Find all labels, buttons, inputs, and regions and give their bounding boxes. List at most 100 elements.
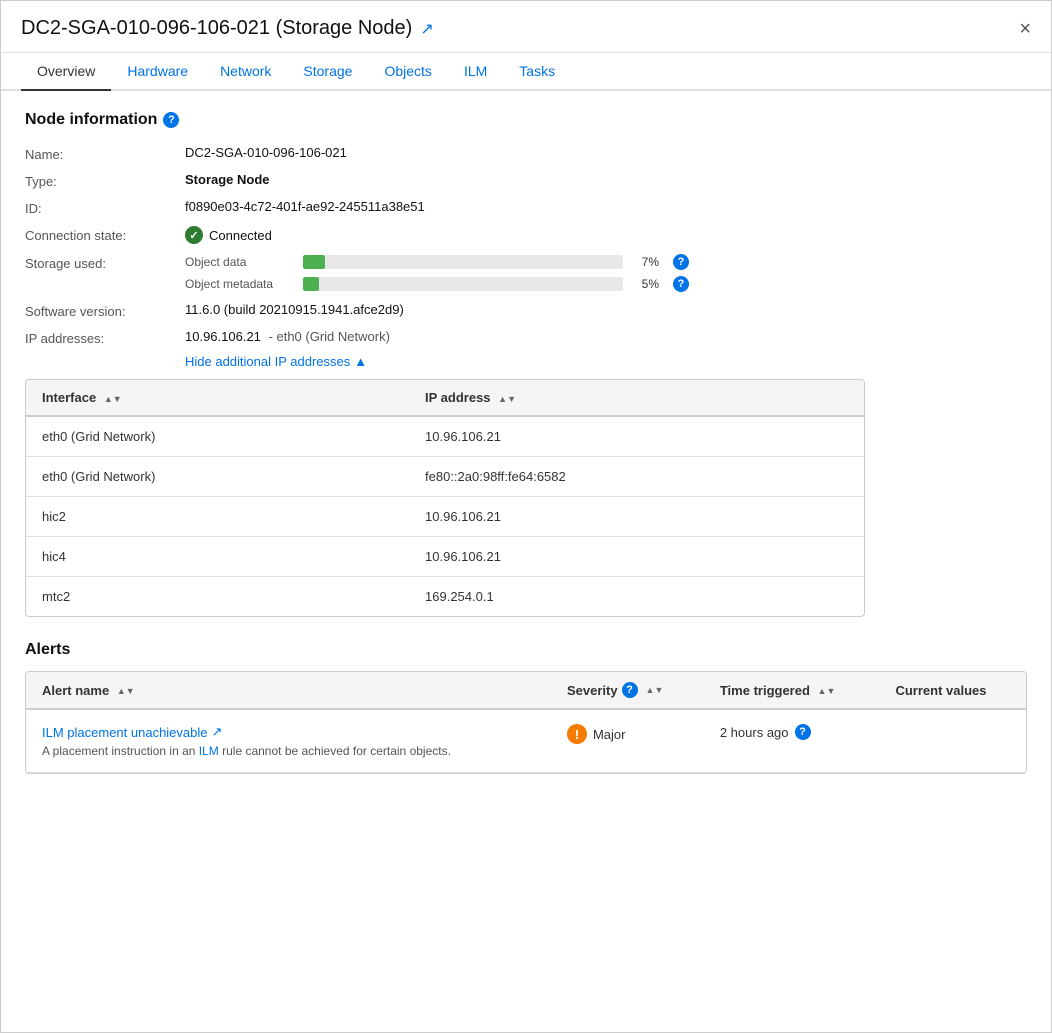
name-value: DC2-SGA-010-096-106-021 bbox=[185, 145, 1027, 162]
connected-icon bbox=[185, 226, 203, 244]
type-value: Storage Node bbox=[185, 172, 1027, 189]
tabs-bar: Overview Hardware Network Storage Object… bbox=[1, 53, 1051, 91]
tab-overview[interactable]: Overview bbox=[21, 53, 111, 91]
interface-sort-icon[interactable]: ▲▼ bbox=[104, 394, 122, 404]
table-row: eth0 (Grid Network) 10.96.106.21 bbox=[26, 416, 864, 457]
node-info-grid: Name: DC2-SGA-010-096-106-021 Type: Stor… bbox=[25, 145, 1027, 346]
storage-data-bar bbox=[303, 255, 325, 269]
hide-ip-text: Hide additional IP addresses bbox=[185, 354, 350, 369]
alert-name-text: ILM placement unachievable bbox=[42, 725, 208, 740]
ip-col-address: IP address ▲▼ bbox=[409, 380, 864, 416]
alerts-col-severity: Severity ? ▲▼ bbox=[551, 672, 704, 709]
modal-container: DC2-SGA-010-096-106-021 (Storage Node) ↗… bbox=[0, 0, 1052, 1033]
storage-row-metadata: Object metadata 5% ? bbox=[185, 276, 1027, 292]
ip-row-interface: eth0 (Grid Network) bbox=[26, 457, 409, 497]
main-content: Node information ? Name: DC2-SGA-010-096… bbox=[1, 91, 1051, 1032]
external-link-icon[interactable]: ↗ bbox=[420, 19, 433, 39]
ip-table-header-row: Interface ▲▼ IP address ▲▼ bbox=[26, 380, 864, 416]
ip-col-interface: Interface ▲▼ bbox=[26, 380, 409, 416]
connection-state: Connected bbox=[185, 226, 1027, 244]
tab-tasks[interactable]: Tasks bbox=[503, 53, 571, 91]
ip-address-sort-icon[interactable]: ▲▼ bbox=[498, 394, 516, 404]
ip-address-text: 10.96.106.21 bbox=[185, 329, 261, 344]
ip-row-interface: mtc2 bbox=[26, 577, 409, 617]
severity-help-icon[interactable]: ? bbox=[622, 682, 638, 698]
ip-row-interface: eth0 (Grid Network) bbox=[26, 416, 409, 457]
modal-title: DC2-SGA-010-096-106-021 (Storage Node) ↗ bbox=[21, 17, 434, 40]
name-label: Name: bbox=[25, 145, 185, 162]
modal-header: DC2-SGA-010-096-106-021 (Storage Node) ↗… bbox=[1, 1, 1051, 53]
alert-time-cell: 2 hours ago ? bbox=[704, 709, 880, 773]
time-sort-icon[interactable]: ▲▼ bbox=[818, 686, 836, 696]
connected-text: Connected bbox=[209, 228, 272, 243]
alert-severity-cell: ! Major bbox=[551, 709, 704, 773]
alert-name-cell: ILM placement unachievable ↗ A placement… bbox=[26, 709, 551, 773]
software-label: Software version: bbox=[25, 302, 185, 319]
time-help-icon[interactable]: ? bbox=[795, 724, 811, 740]
severity-major-icon: ! bbox=[567, 724, 587, 744]
ip-row-address: 10.96.106.21 bbox=[409, 497, 864, 537]
ip-addresses-table: Interface ▲▼ IP address ▲▼ eth0 (Grid Ne… bbox=[25, 379, 865, 617]
node-info-title-text: Node information bbox=[25, 111, 157, 129]
ip-label: IP addresses: bbox=[25, 329, 185, 346]
id-label: ID: bbox=[25, 199, 185, 216]
id-value: f0890e03-4c72-401f-ae92-245511a38e51 bbox=[185, 199, 1027, 216]
table-row: hic2 10.96.106.21 bbox=[26, 497, 864, 537]
alerts-header-row: Alert name ▲▼ Severity ? ▲▼ bbox=[26, 672, 1026, 709]
time-cell: 2 hours ago ? bbox=[720, 724, 864, 740]
storage-row-data: Object data 7% ? bbox=[185, 254, 1027, 270]
alerts-title: Alerts bbox=[25, 641, 1027, 659]
severity-sort-icon[interactable]: ▲▼ bbox=[646, 685, 664, 695]
alert-external-link-icon: ↗ bbox=[212, 724, 223, 740]
alert-row: ILM placement unachievable ↗ A placement… bbox=[26, 709, 1026, 773]
ip-table-body: eth0 (Grid Network) 10.96.106.21 eth0 (G… bbox=[26, 416, 864, 616]
storage-metadata-pct: 5% bbox=[631, 277, 659, 291]
alerts-table-body: ILM placement unachievable ↗ A placement… bbox=[26, 709, 1026, 773]
tab-storage[interactable]: Storage bbox=[287, 53, 368, 91]
chevron-up-icon: ▲ bbox=[354, 354, 367, 369]
software-value: 11.6.0 (build 20210915.1941.afce2d9) bbox=[185, 302, 1027, 319]
storage-data-bar-container bbox=[303, 255, 623, 269]
ip-row-address: 10.96.106.21 bbox=[409, 416, 864, 457]
storage-metadata-bar-container bbox=[303, 277, 623, 291]
alerts-col-name: Alert name ▲▼ bbox=[26, 672, 551, 709]
connection-label: Connection state: bbox=[25, 226, 185, 244]
storage-bars: Object data 7% ? Object metadata 5% bbox=[185, 254, 1027, 292]
storage-metadata-help-icon[interactable]: ? bbox=[673, 276, 689, 292]
ip-row-address: 10.96.106.21 bbox=[409, 537, 864, 577]
storage-metadata-bar bbox=[303, 277, 319, 291]
alerts-section: Alerts Alert name ▲▼ Severity bbox=[25, 641, 1027, 774]
ip-row-address: fe80::2a0:98ff:fe64:6582 bbox=[409, 457, 864, 497]
tab-objects[interactable]: Objects bbox=[368, 53, 447, 91]
storage-data-help-icon[interactable]: ? bbox=[673, 254, 689, 270]
table-row: mtc2 169.254.0.1 bbox=[26, 577, 864, 617]
tab-hardware[interactable]: Hardware bbox=[111, 53, 204, 91]
storage-data-pct: 7% bbox=[631, 255, 659, 269]
alerts-col-time: Time triggered ▲▼ bbox=[704, 672, 880, 709]
alerts-table: Alert name ▲▼ Severity ? ▲▼ bbox=[25, 671, 1027, 774]
alert-description: A placement instruction in an ILM rule c… bbox=[42, 744, 535, 758]
table-row: eth0 (Grid Network) fe80::2a0:98ff:fe64:… bbox=[26, 457, 864, 497]
hide-ip-link[interactable]: Hide additional IP addresses ▲ bbox=[185, 354, 1027, 369]
alert-name-link[interactable]: ILM placement unachievable ↗ bbox=[42, 724, 535, 740]
alert-name-sort-icon[interactable]: ▲▼ bbox=[117, 686, 135, 696]
ip-value: 10.96.106.21 - eth0 (Grid Network) bbox=[185, 329, 1027, 346]
tab-ilm[interactable]: ILM bbox=[448, 53, 503, 91]
alerts-col-values: Current values bbox=[879, 672, 1026, 709]
close-button[interactable]: × bbox=[1019, 19, 1031, 39]
ip-suffix: - eth0 (Grid Network) bbox=[269, 329, 390, 344]
storage-bars-container: Object data 7% ? Object metadata 5% bbox=[185, 254, 1027, 292]
ilm-link[interactable]: ILM bbox=[199, 744, 219, 758]
title-text: DC2-SGA-010-096-106-021 (Storage Node) bbox=[21, 17, 412, 40]
connection-value: Connected bbox=[185, 226, 1027, 244]
severity-text: Major bbox=[593, 727, 626, 742]
severity-badge: ! Major bbox=[567, 724, 688, 744]
severity-label-text: Severity bbox=[567, 683, 618, 698]
node-info-section-title: Node information ? bbox=[25, 111, 1027, 129]
tab-network[interactable]: Network bbox=[204, 53, 287, 91]
ip-row-interface: hic2 bbox=[26, 497, 409, 537]
type-label: Type: bbox=[25, 172, 185, 189]
node-info-help-icon[interactable]: ? bbox=[163, 112, 179, 128]
alert-values-cell bbox=[879, 709, 1026, 773]
storage-data-label: Object data bbox=[185, 255, 295, 269]
